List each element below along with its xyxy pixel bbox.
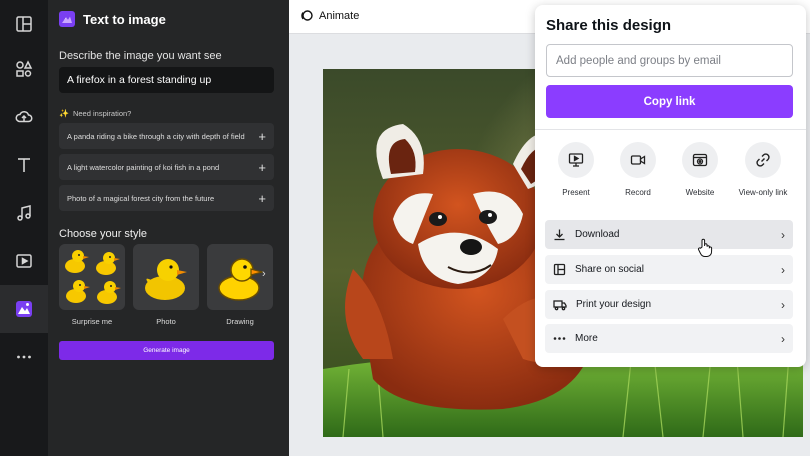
sparkle-icon: ✨ — [59, 109, 69, 118]
style-card-surprise[interactable] — [59, 244, 125, 310]
website-icon — [692, 153, 708, 167]
more-dots-icon — [553, 337, 566, 340]
share-row-download[interactable]: Download › — [545, 220, 793, 249]
share-row-print[interactable]: Print your design › — [545, 290, 793, 319]
styles-next-chevron-icon[interactable]: › — [262, 268, 266, 280]
audio-icon — [17, 205, 31, 221]
share-row-social[interactable]: Share on social › — [545, 255, 793, 284]
share-social-icon — [553, 263, 566, 276]
style-label: Drawing — [226, 317, 254, 326]
share-row-more[interactable]: More › — [545, 324, 793, 353]
style-label: Photo — [156, 317, 176, 326]
describe-label: Describe the image you want see — [59, 50, 222, 62]
record-icon — [630, 155, 646, 165]
chevron-right-icon: › — [781, 331, 785, 346]
text-to-image-panel: Text to image Describe the image you wan… — [48, 0, 289, 456]
animate-button[interactable]: Animate — [300, 9, 359, 22]
inspiration-item[interactable]: A panda riding a bike through a city wit… — [59, 123, 274, 149]
inspiration-item[interactable]: A light watercolor painting of koi fish … — [59, 154, 274, 180]
animate-icon — [301, 10, 313, 21]
text-icon — [18, 158, 30, 172]
rail-more-button[interactable] — [0, 333, 48, 381]
download-icon — [554, 229, 565, 241]
inspiration-item[interactable]: Photo of a magical forest city from the … — [59, 185, 274, 211]
hand-cursor-icon — [698, 238, 713, 257]
plus-icon[interactable]: + — [258, 161, 266, 174]
text-to-image-app-icon — [16, 301, 32, 317]
generate-image-button[interactable]: Generate image — [59, 341, 274, 360]
prompt-input[interactable]: A firefox in a forest standing up — [59, 67, 274, 93]
duck-photo-icon — [145, 259, 187, 300]
chevron-right-icon: › — [781, 227, 785, 242]
chevron-right-icon: › — [781, 297, 785, 312]
text-to-image-logo-icon — [59, 11, 75, 27]
copy-link-button[interactable]: Copy link — [546, 85, 793, 118]
chevron-right-icon: › — [781, 262, 785, 277]
more-icon — [17, 355, 31, 359]
share-option-view-only-link[interactable]: View-only link — [731, 142, 795, 197]
rail-design-button[interactable] — [0, 0, 48, 48]
upload-icon — [15, 110, 33, 123]
rail-video-button[interactable] — [0, 237, 48, 285]
share-option-present[interactable]: Present — [545, 142, 607, 197]
inspiration-label: ✨ Need inspiration? — [59, 109, 132, 118]
share-design-popup: Share this design Copy link Present Reco… — [535, 5, 806, 367]
share-divider — [535, 129, 806, 130]
rail-elements-button[interactable] — [0, 45, 48, 93]
panel-title: Text to image — [83, 11, 166, 27]
rail-text-button[interactable] — [0, 141, 48, 189]
share-option-record[interactable]: Record — [607, 142, 669, 197]
side-rail — [0, 0, 48, 456]
layout-icon — [16, 16, 32, 32]
link-icon — [756, 153, 770, 167]
present-icon — [568, 153, 584, 167]
rail-text-to-image-button[interactable] — [0, 285, 48, 333]
elements-icon — [16, 60, 33, 77]
panel-header: Text to image — [59, 11, 166, 27]
rail-uploads-button[interactable] — [0, 93, 48, 141]
share-title: Share this design — [546, 17, 672, 34]
share-email-input[interactable] — [546, 44, 793, 77]
duck-grid-icon — [65, 250, 121, 304]
video-icon — [16, 254, 32, 268]
style-section-title: Choose your style — [59, 228, 148, 240]
rail-audio-button[interactable] — [0, 189, 48, 237]
style-label: Surprise me — [71, 317, 113, 326]
share-option-website[interactable]: Website — [669, 142, 731, 197]
plus-icon[interactable]: + — [258, 192, 266, 205]
plus-icon[interactable]: + — [258, 130, 266, 143]
style-card-photo[interactable] — [133, 244, 199, 310]
print-icon — [553, 300, 567, 311]
